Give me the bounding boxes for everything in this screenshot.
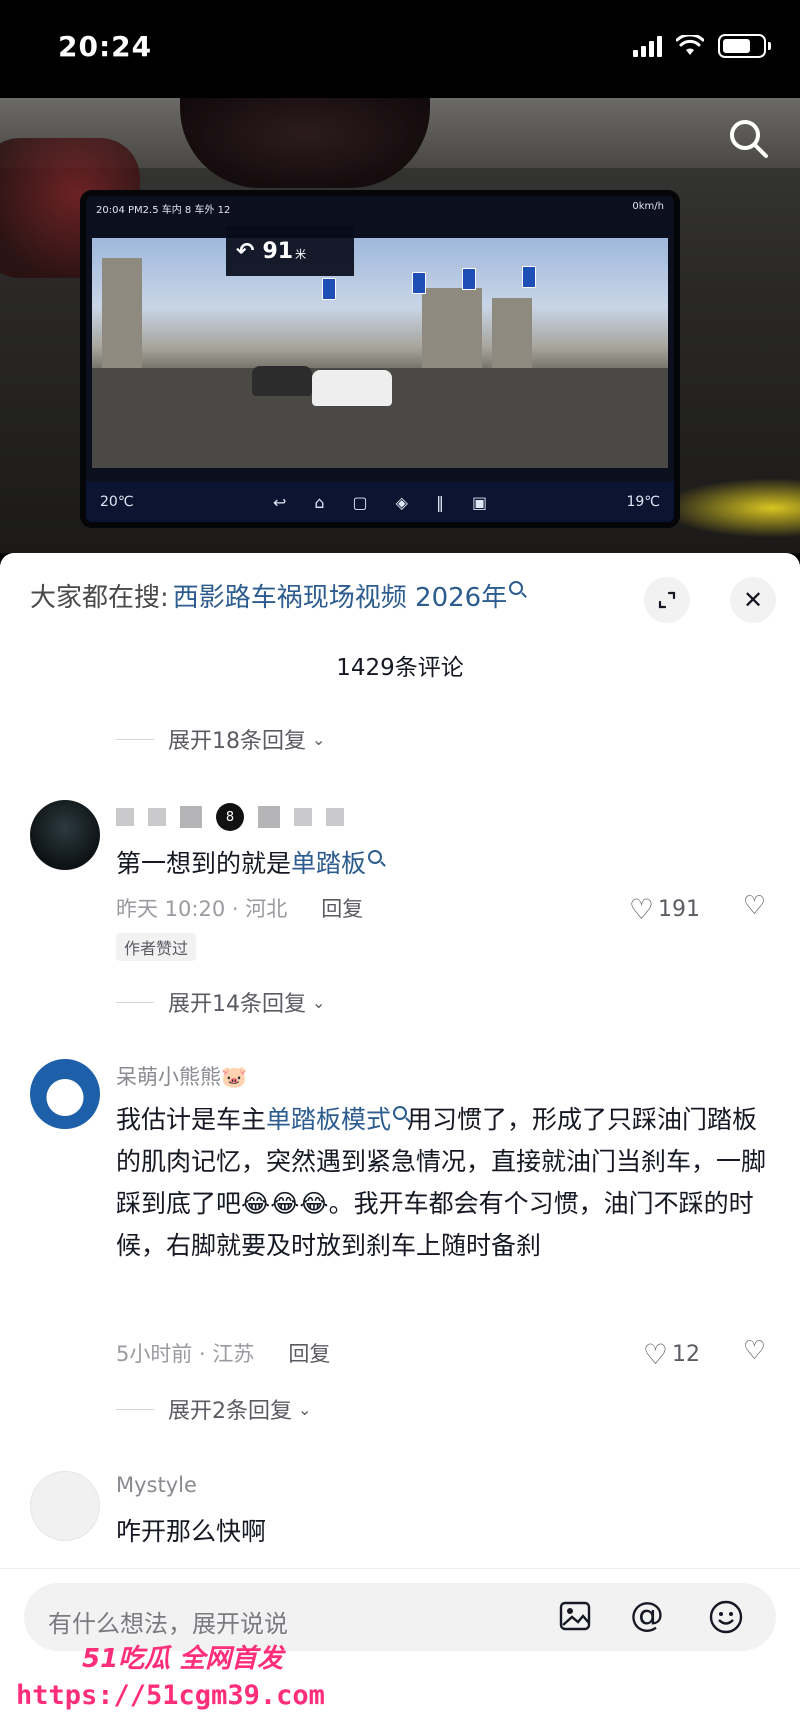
wifi-icon bbox=[676, 35, 704, 55]
hot-search-prefix: 大家都在搜: bbox=[30, 583, 169, 613]
nav-unit: 米 bbox=[295, 247, 307, 261]
avatar[interactable] bbox=[30, 1471, 100, 1541]
watermark: 51吃瓜 全网首发 https://51cgm39.com bbox=[6, 1634, 325, 1724]
expand-replies-label: 展开18条回复 bbox=[168, 729, 306, 754]
dislike-button[interactable]: ♡ bbox=[743, 1336, 766, 1366]
dark-car bbox=[252, 366, 312, 396]
like-button[interactable]: ♡ 12 bbox=[643, 1338, 700, 1371]
traffic-sign bbox=[322, 278, 336, 300]
u-turn-icon: ↶ bbox=[236, 238, 255, 264]
square-icon: ▢ bbox=[352, 492, 368, 512]
like-count: 191 bbox=[658, 897, 700, 922]
temp-right: 19℃ bbox=[626, 494, 660, 510]
comment-meta: 昨天 10:20 · 河北 回复 bbox=[116, 893, 363, 923]
comment-time-location: 昨天 10:20 · 河北 bbox=[116, 897, 288, 921]
video-player[interactable]: 20:04 PM2.5 车内 8 车外 12 0km/h ↶ 91 米 20℃ ↩… bbox=[0, 98, 800, 553]
avatar[interactable] bbox=[30, 1059, 100, 1129]
close-icon: ✕ bbox=[742, 586, 764, 614]
keyword-link[interactable]: 单踏板 bbox=[291, 849, 366, 878]
broken-heart-icon: ♡ bbox=[742, 1336, 766, 1366]
comment-text: 我估计是车主单踏板模式 用习惯了，形成了只踩油门踏板的肌肉记忆，突然遇到紧急情况，… bbox=[116, 1105, 767, 1260]
comments-panel: 大家都在搜: 西影路车祸现场视频 2026年 ✕ 1429条评论 展开18条回复… bbox=[0, 553, 800, 1731]
watermark-brand: 51吃瓜 全网首发 bbox=[82, 1644, 284, 1674]
building bbox=[102, 258, 142, 368]
navigation-card: ↶ 91 米 bbox=[226, 226, 354, 276]
like-button[interactable]: ♡ 191 bbox=[629, 893, 700, 926]
chevron-down-icon: ⌄ bbox=[298, 1399, 312, 1419]
expand-replies-label: 展开14条回复 bbox=[168, 992, 306, 1017]
nav-distance: 91 米 bbox=[262, 238, 307, 264]
temp-left: 20℃ bbox=[100, 494, 134, 510]
author-liked-badge: 作者赞过 bbox=[116, 933, 197, 961]
status-time: 20:24 bbox=[58, 30, 153, 63]
display-controls: ↩ ⌂ ▢ ◈ ‖ ▣ bbox=[273, 493, 487, 512]
chevron-down-icon: ⌄ bbox=[312, 992, 326, 1012]
hot-search-term[interactable]: 西影路车祸现场视频 2026年 bbox=[173, 577, 507, 614]
search-icon bbox=[509, 580, 524, 595]
traffic-sign bbox=[462, 268, 476, 290]
comment-time-location: 5小时前 · 江苏 bbox=[116, 1342, 255, 1366]
display-status-line: 20:04 PM2.5 车内 8 车外 12 0km/h bbox=[86, 196, 674, 218]
car-icon: ◈ bbox=[395, 492, 408, 512]
building bbox=[492, 298, 532, 368]
avatar[interactable] bbox=[30, 800, 100, 870]
mention-icon[interactable]: @ bbox=[630, 1595, 664, 1635]
pause-icon: ‖ bbox=[435, 492, 444, 512]
comment-count: 1429条评论 bbox=[336, 655, 464, 681]
display-bottom-bar: 20℃ ↩ ⌂ ▢ ◈ ‖ ▣ 19℃ bbox=[86, 482, 674, 522]
car-display: 20:04 PM2.5 车内 8 车外 12 0km/h ↶ 91 米 20℃ ↩… bbox=[80, 190, 680, 528]
reply-button[interactable]: 回复 bbox=[321, 893, 363, 923]
traffic-sign bbox=[412, 272, 426, 294]
broken-heart-icon: ♡ bbox=[742, 891, 766, 921]
status-bar: 20:24 bbox=[0, 0, 800, 98]
emoji-icon[interactable] bbox=[708, 1599, 744, 1635]
comment-text: 第一想到的就是单踏板 bbox=[116, 843, 776, 885]
username[interactable]: Mystyle bbox=[116, 1473, 197, 1497]
battery-icon bbox=[718, 34, 771, 58]
dislike-button[interactable]: ♡ bbox=[743, 891, 766, 921]
expand-icon bbox=[658, 591, 676, 609]
search-icon bbox=[368, 850, 383, 864]
expand-button[interactable] bbox=[644, 577, 690, 623]
expand-replies-button[interactable]: 展开14条回复 ⌄ bbox=[116, 986, 325, 1018]
reply-button[interactable]: 回复 bbox=[288, 1338, 330, 1368]
eight-ball-emoji: 8 bbox=[216, 803, 244, 831]
like-count: 12 bbox=[672, 1342, 700, 1367]
hot-search[interactable]: 大家都在搜: 西影路车祸现场视频 2026年 bbox=[30, 577, 524, 614]
comment-meta: 5小时前 · 江苏 回复 bbox=[116, 1338, 330, 1368]
expand-replies-label: 展开2条回复 bbox=[168, 1399, 292, 1424]
watermark-url: https://51cgm39.com bbox=[16, 1680, 325, 1711]
username-masked[interactable]: 8 bbox=[116, 803, 344, 831]
back-icon: ↩ bbox=[272, 492, 287, 512]
battery-level bbox=[723, 39, 750, 53]
traffic-sign bbox=[522, 266, 536, 288]
keyword-link[interactable]: 单踏板模式 bbox=[266, 1105, 391, 1134]
display-status-text: 20:04 PM2.5 车内 8 车外 12 bbox=[96, 205, 231, 216]
comment-text: 咋开那么快啊 bbox=[116, 1517, 267, 1546]
heart-icon: ♡ bbox=[628, 893, 654, 926]
search-icon bbox=[393, 1106, 408, 1120]
image-icon[interactable] bbox=[558, 1599, 592, 1633]
status-icons bbox=[633, 34, 771, 58]
building bbox=[422, 288, 482, 368]
cellular-signal-icon bbox=[633, 35, 662, 57]
username[interactable]: 呆萌小熊熊🐷 bbox=[116, 1061, 247, 1091]
search-icon[interactable] bbox=[726, 116, 770, 160]
home-icon: ⌂ bbox=[314, 492, 325, 512]
dashcam-view bbox=[92, 238, 668, 468]
display-speed: 0km/h bbox=[632, 201, 664, 212]
close-button[interactable]: ✕ bbox=[730, 577, 776, 623]
driver-hand bbox=[180, 98, 430, 188]
ambient-light bbox=[660, 478, 800, 538]
camera-icon: ▣ bbox=[471, 492, 488, 512]
heart-icon: ♡ bbox=[642, 1338, 668, 1371]
expand-replies-button[interactable]: 展开18条回复 ⌄ bbox=[116, 723, 325, 755]
chevron-down-icon: ⌄ bbox=[312, 729, 326, 749]
expand-replies-button[interactable]: 展开2条回复 ⌄ bbox=[116, 1393, 311, 1425]
white-car bbox=[312, 370, 392, 406]
